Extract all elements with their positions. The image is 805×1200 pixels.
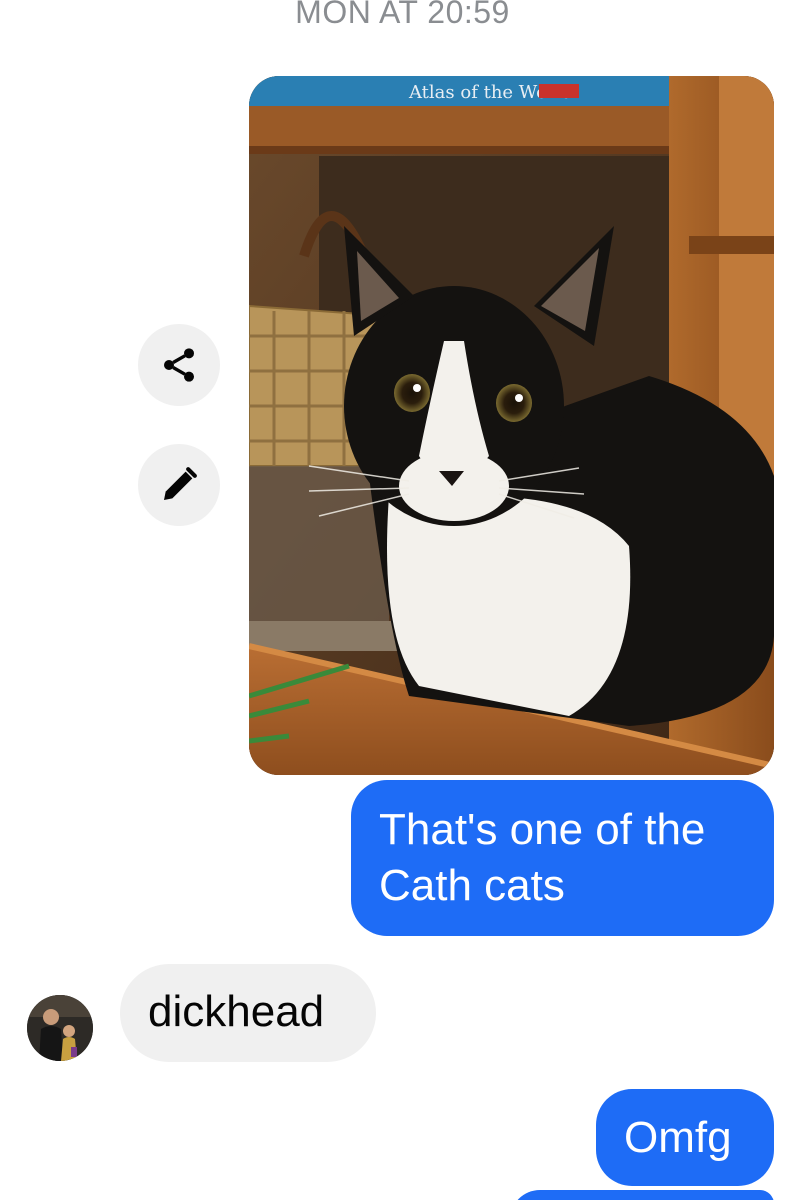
share-icon [164,348,194,382]
sender-avatar[interactable] [27,995,93,1061]
outgoing-message-partial[interactable] [510,1190,774,1200]
photo-message[interactable]: Atlas of the World [249,76,774,775]
avatar-photo [27,995,93,1061]
share-button[interactable] [138,324,220,406]
message-timestamp: MON AT 20:59 [295,0,510,30]
cat-photo: Atlas of the World [249,76,774,775]
outgoing-message[interactable]: That's one of the Cath cats [351,780,774,936]
outgoing-message[interactable]: Omfg [596,1089,774,1186]
pencil-icon [164,467,197,500]
incoming-message[interactable]: dickhead [120,964,376,1062]
edit-button[interactable] [138,444,220,526]
chat-thread: MON AT 20:59 Atlas of the World That's o… [0,0,805,1200]
